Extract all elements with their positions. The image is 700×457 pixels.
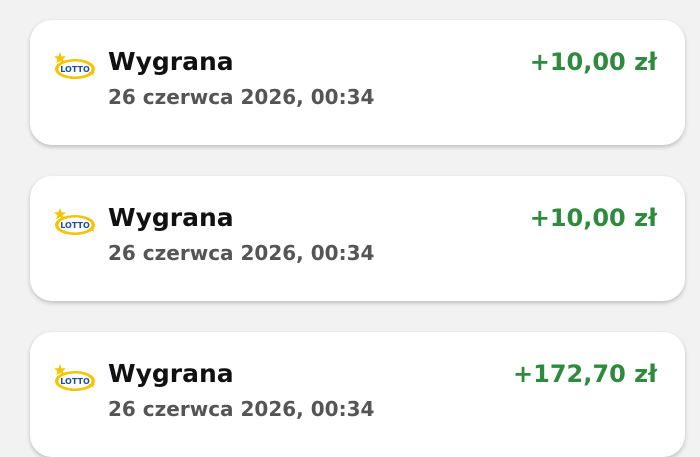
transaction-date: 26 czerwca 2026, 00:34	[108, 241, 375, 265]
lotto-logo-icon: LOTTO	[54, 364, 95, 391]
transaction-card[interactable]: LOTTO Wygrana 26 czerwca 2026, 00:34 +10…	[30, 20, 685, 145]
transaction-amount: +10,00 zł	[529, 204, 657, 232]
transaction-card[interactable]: LOTTO Wygrana 26 czerwca 2026, 00:34 +10…	[30, 176, 685, 301]
svg-text:LOTTO: LOTTO	[60, 221, 90, 230]
transaction-amount: +172,70 zł	[513, 360, 657, 388]
transaction-card[interactable]: LOTTO Wygrana 26 czerwca 2026, 00:34 +17…	[30, 332, 685, 457]
lotto-logo-icon: LOTTO	[54, 52, 95, 79]
transaction-title: Wygrana	[108, 359, 234, 388]
transaction-title: Wygrana	[108, 203, 234, 232]
lotto-logo-icon: LOTTO	[54, 208, 95, 235]
svg-text:LOTTO: LOTTO	[60, 377, 90, 386]
transaction-list: LOTTO Wygrana 26 czerwca 2026, 00:34 +10…	[0, 0, 700, 457]
transaction-date: 26 czerwca 2026, 00:34	[108, 397, 375, 421]
svg-text:LOTTO: LOTTO	[60, 65, 90, 74]
transaction-amount: +10,00 zł	[529, 48, 657, 76]
transaction-title: Wygrana	[108, 47, 234, 76]
transaction-date: 26 czerwca 2026, 00:34	[108, 85, 375, 109]
